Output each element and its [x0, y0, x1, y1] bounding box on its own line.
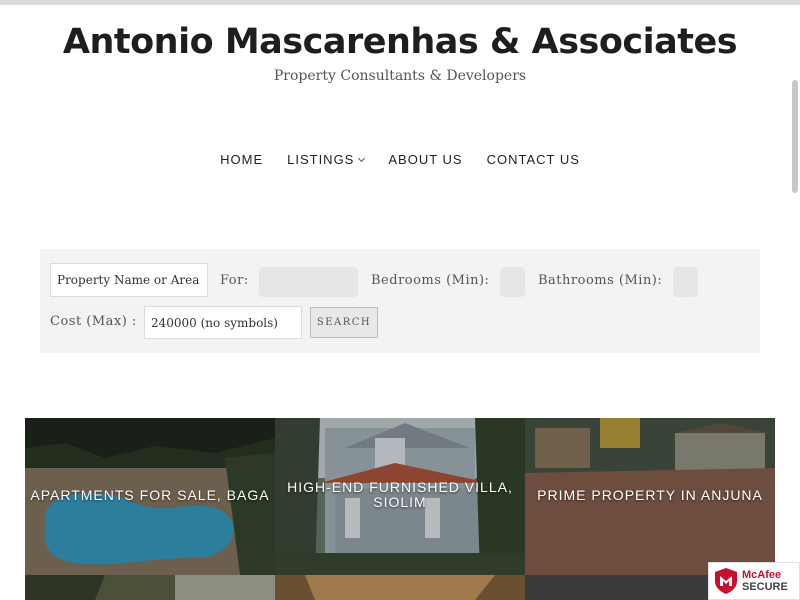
property-search-form: Property Name or Area For: Bedrooms (Min…	[40, 249, 760, 353]
site-tagline: Property Consultants & Developers	[273, 68, 527, 84]
listing-image	[525, 575, 708, 600]
listing-title: HIGH-END FURNISHED VILLA, SIOLIM	[287, 479, 513, 510]
listing-image	[25, 575, 275, 600]
main-nav: HOME LISTINGS ABOUT US CONTACT US	[0, 152, 800, 167]
bathrooms-select[interactable]	[673, 267, 698, 297]
scrollbar-thumb[interactable]	[792, 80, 798, 193]
nav-item-label: ABOUT US	[388, 152, 463, 167]
mcafee-secure-badge[interactable]: McAfee SECURE	[708, 562, 800, 600]
bedrooms-select[interactable]	[500, 267, 525, 297]
chevron-down-icon	[358, 154, 366, 162]
cost-input[interactable]: 240000 (no symbols)	[144, 306, 302, 339]
listing-tile[interactable]: APARTMENTS FOR SALE, BAGA	[25, 418, 275, 575]
nav-item-about[interactable]: ABOUT US	[388, 152, 462, 167]
listing-title: PRIME PROPERTY IN ANJUNA	[537, 487, 763, 503]
nav-item-label: HOME	[220, 152, 264, 167]
listing-tile[interactable]	[25, 575, 275, 600]
nav-item-home[interactable]: HOME	[220, 152, 263, 167]
for-select[interactable]	[259, 267, 358, 297]
cost-placeholder: 240000 (no symbols)	[151, 315, 278, 330]
listing-tile[interactable]: PRIME PROPERTY IN ANJUNA	[525, 418, 775, 575]
listing-tile[interactable]	[275, 575, 525, 600]
listing-image	[275, 575, 525, 600]
for-label: For:	[220, 273, 249, 288]
property-name-input[interactable]: Property Name or Area	[50, 263, 208, 297]
cost-label: Cost (Max) :	[50, 314, 137, 329]
search-button-label: SEARCH	[316, 317, 372, 328]
bedrooms-label: Bedrooms (Min):	[371, 273, 490, 288]
scrollbar[interactable]	[788, 5, 800, 600]
listing-title: APARTMENTS FOR SALE, BAGA	[30, 487, 270, 503]
shield-icon	[715, 568, 737, 594]
bathrooms-label: Bathrooms (Min):	[538, 273, 663, 288]
badge-text: McAfee SECURE	[742, 569, 788, 593]
top-border	[0, 0, 800, 5]
nav-item-label: LISTINGS	[287, 152, 355, 167]
badge-line1: McAfee	[742, 569, 782, 581]
listing-tile[interactable]	[525, 575, 708, 600]
badge-line2: SECURE	[742, 581, 788, 593]
site-title[interactable]: Antonio Mascarenhas & Associates	[0, 22, 800, 62]
nav-item-listings[interactable]: LISTINGS	[287, 152, 366, 167]
property-name-placeholder: Property Name or Area	[57, 273, 200, 287]
nav-item-label: CONTACT US	[486, 152, 580, 167]
listing-tile[interactable]: HIGH-END FURNISHED VILLA, SIOLIM	[275, 418, 525, 575]
nav-item-contact[interactable]: CONTACT US	[487, 152, 580, 167]
search-button[interactable]: SEARCH	[310, 307, 378, 338]
